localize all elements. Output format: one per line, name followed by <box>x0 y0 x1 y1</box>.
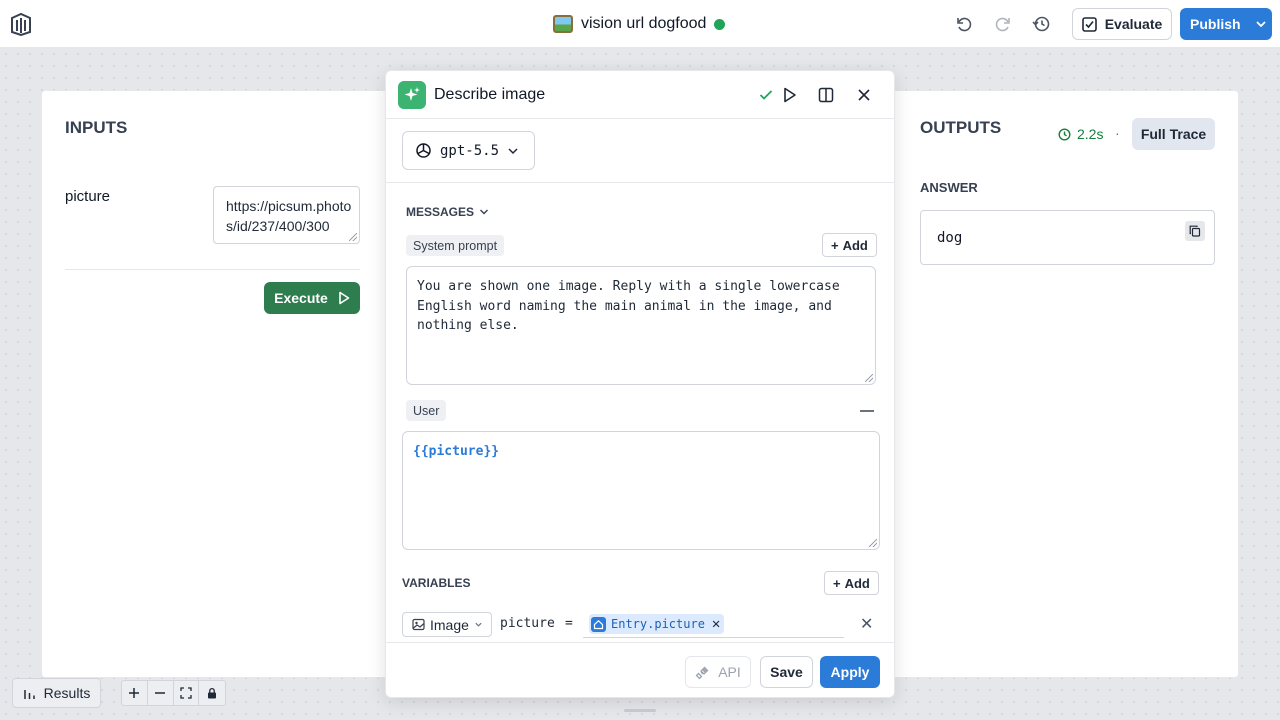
variable-equals: = <box>565 616 573 631</box>
plus-icon: + <box>831 237 839 253</box>
sparkle-icon <box>398 81 426 109</box>
variable-type-label: Image <box>430 616 469 633</box>
bar-chart-icon <box>23 689 35 699</box>
panel-footer: API Save Apply <box>386 642 894 697</box>
variable-value-field[interactable]: Entry.picture ✕ <box>583 612 844 638</box>
model-name: gpt-5.5 <box>440 142 500 159</box>
add-variable-button[interactable]: + Add <box>824 571 879 595</box>
publish-button[interactable]: Publish <box>1180 8 1272 40</box>
api-button[interactable]: API <box>685 656 751 688</box>
user-tag-label: User <box>413 403 440 418</box>
node-editor-panel: Describe image gpt-5.5 MESSAGES System p… <box>385 70 895 698</box>
document-title[interactable]: vision url dogfood <box>553 14 726 34</box>
split-view-icon[interactable] <box>816 85 836 105</box>
api-label: API <box>718 664 741 680</box>
play-icon <box>339 291 350 305</box>
system-prompt-text: You are shown one image. Reply with a si… <box>417 279 840 333</box>
history-icon[interactable] <box>1031 14 1051 34</box>
user-tag: User <box>406 400 447 421</box>
panel-title[interactable]: Describe image <box>434 86 545 104</box>
image-icon <box>412 618 425 631</box>
chevron-down-icon <box>480 209 489 215</box>
full-trace-button[interactable]: Full Trace <box>1132 118 1215 150</box>
resize-handle-icon[interactable] <box>869 539 877 547</box>
answer-label: ANSWER <box>920 180 978 195</box>
redo-icon[interactable] <box>993 14 1013 34</box>
user-message-textarea[interactable]: {{picture}} <box>402 431 880 550</box>
checkbox-icon <box>1081 16 1097 32</box>
picture-url-value: https://picsum.photos/id/237/400/300 <box>226 198 352 234</box>
top-bar: vision url dogfood Evaluate Publish <box>0 0 1280 48</box>
plug-icon <box>695 666 709 679</box>
answer-value: dog <box>937 230 963 246</box>
system-prompt-textarea[interactable]: You are shown one image. Reply with a si… <box>406 266 876 385</box>
run-duration: 2.2s <box>1058 126 1103 142</box>
apply-label: Apply <box>830 664 870 680</box>
model-select[interactable]: gpt-5.5 <box>402 131 535 170</box>
add-message-label: Add <box>842 237 868 253</box>
variable-row: Image picture = Entry.picture ✕ ✕ <box>402 612 878 638</box>
picture-emoji-icon <box>553 15 573 33</box>
plus-icon: + <box>833 575 841 591</box>
check-icon <box>756 85 776 105</box>
answer-output: dog <box>920 210 1215 265</box>
separator: · <box>1115 125 1120 141</box>
zoom-out-icon[interactable] <box>148 681 174 705</box>
panel-header: Describe image <box>386 71 894 119</box>
remove-chip-icon[interactable]: ✕ <box>712 616 720 632</box>
variables-label: VARIABLES <box>402 576 471 590</box>
lock-icon[interactable] <box>199 681 225 705</box>
results-label: Results <box>43 685 91 701</box>
variable-reference-chip[interactable]: Entry.picture ✕ <box>589 614 725 634</box>
picture-url-field[interactable]: https://picsum.photos/id/237/400/300 <box>213 186 360 244</box>
close-icon[interactable] <box>854 85 874 105</box>
add-message-button[interactable]: + Add <box>822 233 877 257</box>
zoom-in-icon[interactable] <box>122 681 148 705</box>
save-button[interactable]: Save <box>760 656 813 688</box>
collapse-minus-icon[interactable] <box>860 410 874 412</box>
evaluate-label: Evaluate <box>1104 16 1163 32</box>
chevron-down-icon <box>508 147 518 154</box>
model-row: gpt-5.5 <box>386 119 894 183</box>
chevron-down-icon <box>475 622 482 627</box>
evaluate-button[interactable]: Evaluate <box>1072 8 1172 40</box>
bottom-drag-handle[interactable] <box>624 709 656 712</box>
publish-label: Publish <box>1190 16 1241 32</box>
clock-icon <box>1058 127 1071 141</box>
outputs-heading: OUTPUTS <box>920 118 1002 137</box>
openai-icon <box>416 143 431 158</box>
resize-handle-icon[interactable] <box>349 233 357 241</box>
save-label: Save <box>770 664 803 680</box>
variable-name: picture <box>500 616 555 631</box>
undo-icon[interactable] <box>954 14 974 34</box>
messages-label: MESSAGES <box>406 205 475 219</box>
duration-value: 2.2s <box>1077 126 1104 142</box>
resize-handle-icon[interactable] <box>865 374 873 382</box>
status-indicator <box>714 18 726 30</box>
variable-reference-label: Entry.picture <box>611 617 705 631</box>
remove-variable-icon[interactable]: ✕ <box>860 614 873 634</box>
picture-field-label: picture <box>65 188 111 205</box>
user-message-text: {{picture}} <box>413 444 500 459</box>
apply-button[interactable]: Apply <box>820 656 880 688</box>
system-prompt-tag: System prompt <box>406 235 505 256</box>
messages-section-toggle[interactable]: MESSAGES <box>406 205 489 219</box>
results-button[interactable]: Results <box>12 678 101 708</box>
chevron-down-icon[interactable] <box>1255 18 1267 30</box>
add-variable-label: Add <box>844 575 870 591</box>
home-icon <box>591 616 606 632</box>
execute-label: Execute <box>274 290 328 306</box>
zoom-controls <box>121 680 226 706</box>
logo-icon[interactable] <box>10 12 32 37</box>
inputs-heading: INPUTS <box>65 118 128 137</box>
copy-icon[interactable] <box>1185 221 1205 241</box>
variable-type-select[interactable]: Image <box>402 612 492 637</box>
system-prompt-tag-label: System prompt <box>413 238 498 253</box>
inputs-divider <box>65 269 360 270</box>
fit-view-icon[interactable] <box>174 681 200 705</box>
document-title-text: vision url dogfood <box>581 15 707 32</box>
run-node-icon[interactable] <box>780 85 800 105</box>
full-trace-label: Full Trace <box>1140 126 1207 142</box>
execute-button[interactable]: Execute <box>264 282 360 314</box>
